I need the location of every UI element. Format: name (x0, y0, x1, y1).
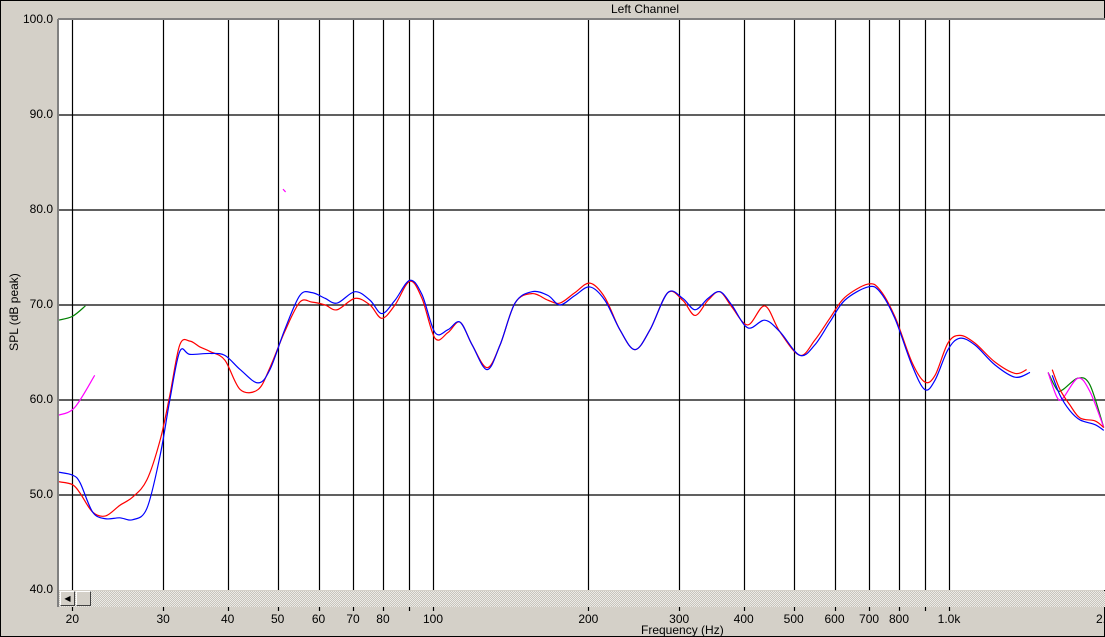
x-axis-title: Frequency (Hz) (641, 623, 724, 637)
x-tick-label: 600 (824, 612, 845, 626)
y-tick-label: 50.0 (29, 487, 53, 501)
y-tick-label: 90.0 (29, 107, 53, 121)
x-tick-label: 800 (888, 612, 909, 626)
y-tick-label: 100.0 (22, 12, 53, 26)
scrollbar-thumb[interactable] (76, 591, 91, 606)
y-tick-label: 60.0 (29, 392, 53, 406)
x-tick-label: 30 (156, 612, 170, 626)
plot-area (57, 18, 1105, 611)
x-tick-label: 400 (733, 612, 754, 626)
x-tick-label: 700 (859, 612, 880, 626)
scroll-left-button[interactable]: ◀ (60, 591, 75, 606)
y-tick-label: 70.0 (29, 297, 53, 311)
horizontal-scrollbar[interactable]: ◀ (59, 591, 1105, 607)
x-tick-label: 200 (578, 612, 599, 626)
x-tick-label: 50 (270, 612, 285, 626)
x-tick-label: 80 (376, 612, 390, 626)
x-tick-label: 60 (311, 612, 326, 626)
y-tick-label: 80.0 (29, 202, 53, 216)
y-axis-title: SPL (dB peak) (7, 273, 21, 351)
y-tick-label: 40.0 (29, 582, 53, 596)
x-tick-label: 2.0 (1095, 612, 1105, 626)
x-tick-label: 40 (220, 612, 235, 626)
arrow-left-icon: ◀ (64, 594, 71, 603)
x-tick-label: 100 (422, 612, 444, 626)
x-tick-label: 1.0k (937, 612, 961, 626)
x-tick-label: 20 (65, 612, 80, 626)
x-tick-label: 70 (346, 612, 360, 626)
x-tick-label: 500 (783, 612, 804, 626)
